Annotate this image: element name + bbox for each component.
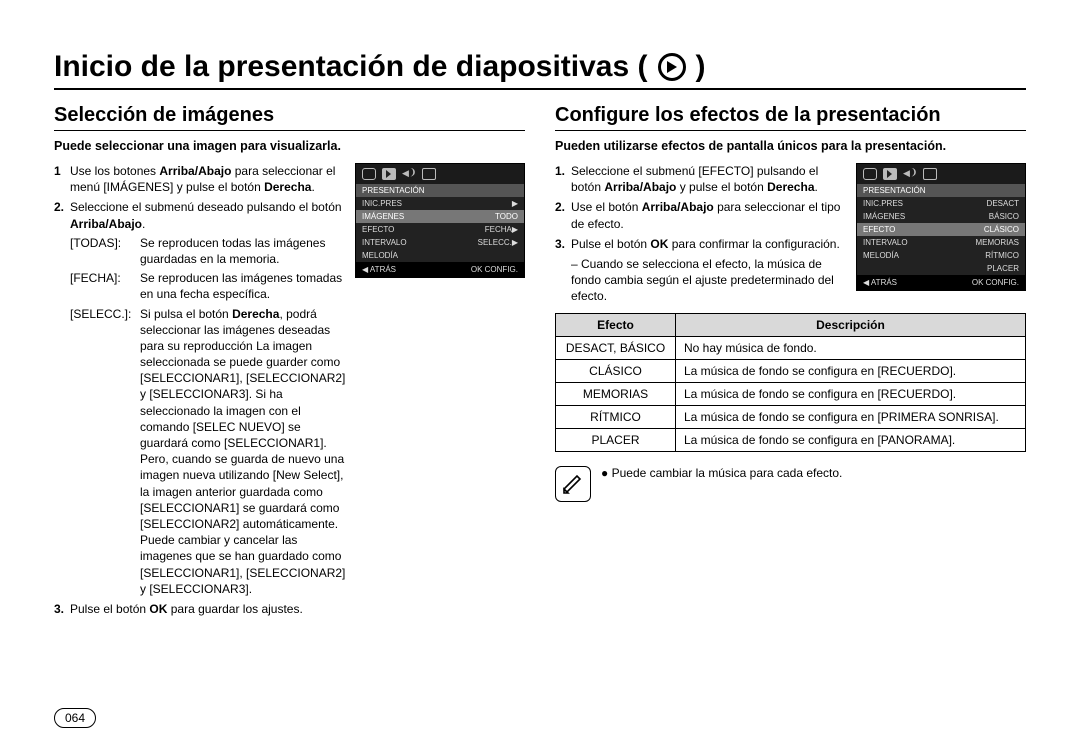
trash-icon — [422, 168, 436, 180]
m2r: TODO — [495, 212, 518, 221]
sound-icon — [903, 168, 917, 180]
right-step2: Use el botón Arriba/Abajo para seleccion… — [571, 199, 848, 231]
m3r: FECHA▶ — [485, 225, 518, 234]
step-num-1: 1 — [54, 163, 70, 195]
term-todas-l: [TODAS]: — [70, 235, 140, 267]
left-screen-mock: PRESENTACIÓN INIC.PRES ▶ IMÁGENES TODO EFE… — [355, 163, 525, 278]
effects-table: Efecto Descripción DESACT, BÁSICONo hay … — [555, 313, 1026, 452]
loop-icon — [362, 168, 376, 180]
term-todas-d: Se reproducen todas las imágenes guardad… — [140, 235, 347, 267]
play-icon — [883, 168, 897, 180]
rm4l: INTERVALO — [863, 238, 908, 247]
th-effect: Efecto — [556, 313, 676, 336]
rm1l: INIC.PRES — [863, 199, 903, 208]
rm5r: RÍTMICO — [985, 251, 1019, 260]
r3c1: MEMORIAS — [556, 382, 676, 405]
m5l: MELODÍA — [362, 251, 398, 260]
play-icon — [382, 168, 396, 180]
m1r: ▶ — [512, 199, 518, 208]
rsbl: ◀ ATRÁS — [863, 278, 897, 287]
rm4r: MEMORIAS — [975, 238, 1019, 247]
title-text-b: ) — [696, 50, 706, 84]
rm2r: BÁSICO — [989, 212, 1019, 221]
left-step2: Seleccione el submenú deseado pulsando e… — [70, 199, 347, 597]
term-fecha-l: [FECHA]: — [70, 270, 140, 302]
rm5l: MELODÍA — [863, 251, 899, 260]
slideshow-play-icon — [658, 53, 686, 81]
r4c2: La música de fondo se configura en [PRIM… — [676, 405, 1026, 428]
left-column: Selección de imágenes Puede seleccionar … — [54, 104, 525, 621]
r4c1: RÍTMICO — [556, 405, 676, 428]
r5c1: PLACER — [556, 428, 676, 451]
rm6r: PLACER — [987, 264, 1019, 273]
r-step-num-3: 3. — [555, 236, 571, 252]
term-selec-l: [SELECC.]: — [70, 306, 140, 597]
r2c1: CLÁSICO — [556, 359, 676, 382]
sound-icon — [402, 168, 416, 180]
sbr: OK CONFIG. — [471, 265, 518, 274]
right-step1: Seleccione el submenú [EFECTO] pulsando … — [571, 163, 848, 195]
r5c2: La música de fondo se configura en [PANO… — [676, 428, 1026, 451]
r3c2: La música de fondo se configura en [RECU… — [676, 382, 1026, 405]
title-text-a: Inicio de la presentación de diapositiva… — [54, 50, 648, 84]
m4l: INTERVALO — [362, 238, 407, 247]
term-selec-d: Si pulsa el botón Derecha, podrá selecci… — [140, 306, 347, 597]
term-fecha-d: Se reproducen las imágenes tomadas en un… — [140, 270, 347, 302]
note-text: ● Puede cambiar la música para cada efec… — [601, 466, 842, 480]
left-step3: Pulse el botón OK para guardar los ajust… — [70, 601, 525, 617]
rm3r: CLÁSICO — [984, 225, 1019, 234]
rsbr: OK CONFIG. — [972, 278, 1019, 287]
m1l: INIC.PRES — [362, 199, 402, 208]
right-column: Configure los efectos de la presentación… — [555, 104, 1026, 621]
r2c2: La música de fondo se configura en [RECU… — [676, 359, 1026, 382]
trash-icon — [923, 168, 937, 180]
right-intro: Pueden utilizarse efectos de pantalla ún… — [555, 139, 1026, 153]
left-step1: Use los botones Arriba/Abajo para selecc… — [70, 163, 347, 195]
right-step3: Pulse el botón OK para confirmar la conf… — [571, 236, 848, 252]
screen-head: PRESENTACIÓN — [356, 184, 524, 197]
left-heading: Selección de imágenes — [54, 104, 525, 131]
note-box: ● Puede cambiar la música para cada efec… — [555, 466, 1026, 502]
pencil-note-icon — [555, 466, 591, 502]
loop-icon — [863, 168, 877, 180]
th-desc: Descripción — [676, 313, 1026, 336]
r-step-num-2: 2. — [555, 199, 571, 231]
right-heading: Configure los efectos de la presentación — [555, 104, 1026, 131]
step-num-2: 2. — [54, 199, 70, 597]
right-screen-mock: PRESENTACIÓN INIC.PRES DESACT IMÁGENES BÁS… — [856, 163, 1026, 291]
sbl: ◀ ATRÁS — [362, 265, 396, 274]
rm2l: IMÁGENES — [863, 212, 905, 221]
r1c2: No hay música de fondo. — [676, 336, 1026, 359]
page-title: Inicio de la presentación de diapositiva… — [54, 50, 1026, 90]
page-number: 064 — [54, 708, 96, 728]
m3l: EFECTO — [362, 225, 394, 234]
rm3l: EFECTO — [863, 225, 895, 234]
m4r: SELECC.▶ — [478, 238, 518, 247]
r1c1: DESACT, BÁSICO — [556, 336, 676, 359]
left-intro: Puede seleccionar una imagen para visual… — [54, 139, 525, 153]
r-step-num-1: 1. — [555, 163, 571, 195]
m2l: IMÁGENES — [362, 212, 404, 221]
step-num-3: 3. — [54, 601, 70, 617]
rm1r: DESACT — [987, 199, 1019, 208]
screen-head-r: PRESENTACIÓN — [857, 184, 1025, 197]
